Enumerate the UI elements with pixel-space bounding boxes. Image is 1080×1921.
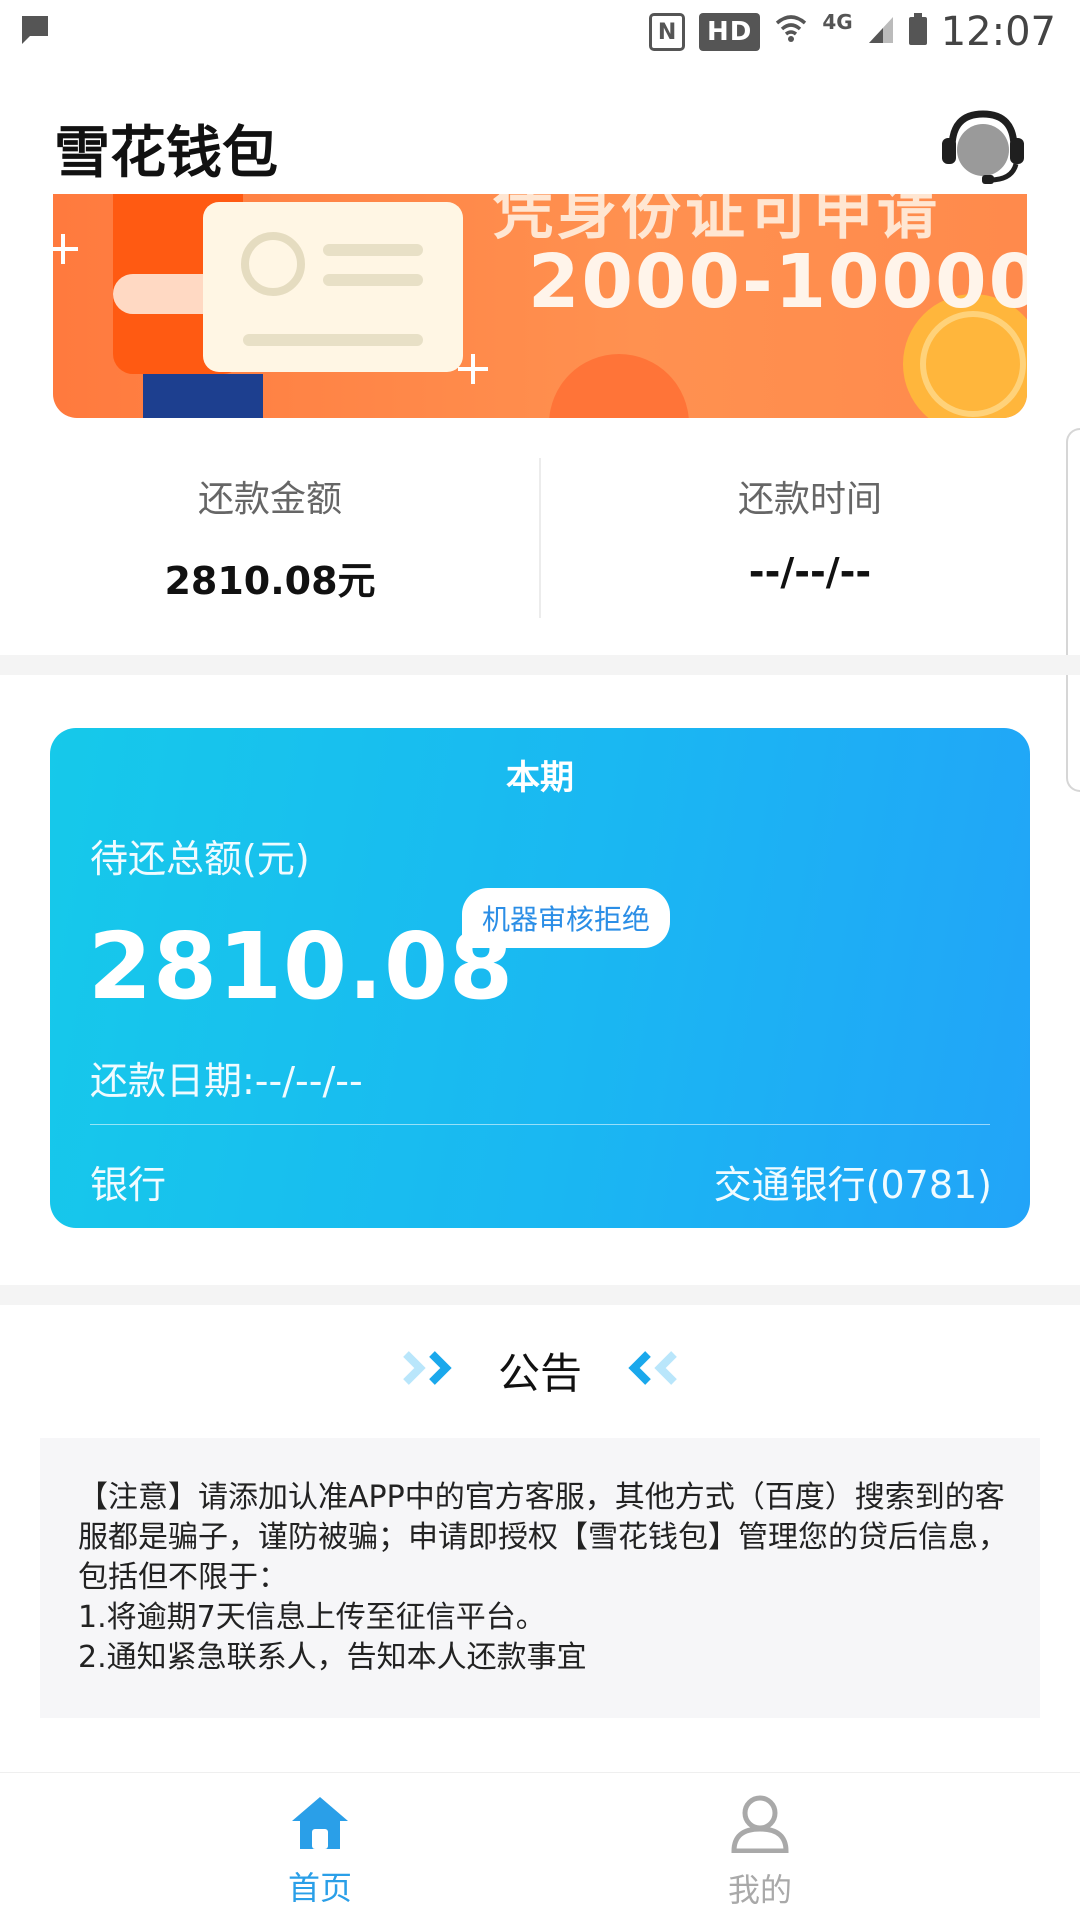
tab-mine-label: 我的	[727, 1871, 792, 1909]
repayment-time-block: 还款时间 --/--/--	[540, 470, 1080, 594]
tab-home[interactable]: 首页	[240, 1795, 400, 1909]
repayment-summary: 还款金额 2810.08元 还款时间 --/--/--	[0, 450, 1080, 650]
repayment-time-label: 还款时间	[737, 479, 882, 520]
nfc-icon: N	[649, 13, 686, 51]
user-icon	[731, 1795, 789, 1854]
due-date: 还款日期:--/--/--	[90, 1059, 363, 1103]
home-icon	[292, 1797, 348, 1849]
hd-badge: HD	[699, 13, 761, 51]
wifi-icon	[774, 9, 808, 55]
total-due-label: 待还总额(元)	[90, 837, 310, 881]
clock: 12:07	[940, 9, 1056, 55]
notice-title: 公告	[497, 1348, 582, 1398]
network-type: 4G	[822, 10, 853, 34]
notice-text: 【注意】请添加认准APP中的官方客服，其他方式（百度）搜索到的客服都是骗子，谨防…	[78, 1480, 1008, 1675]
headset-icon	[942, 110, 1024, 184]
banner-amount-range: 2000-10000	[528, 239, 1027, 325]
notice-box: 【注意】请添加认准APP中的官方客服，其他方式（百度）搜索到的客服都是骗子，谨防…	[40, 1438, 1040, 1718]
total-due-amount: 2810.08	[88, 913, 515, 1020]
tab-mine[interactable]: 我的	[680, 1795, 840, 1911]
card-divider	[90, 1124, 990, 1125]
repayment-amount-block: 还款金额 2810.08元	[0, 470, 540, 605]
chevrons-right-icon	[402, 1348, 462, 1392]
current-period-card[interactable]: 本期 待还总额(元) 2810.08 机器审核拒绝 还款日期:--/--/-- …	[50, 728, 1030, 1228]
status-badge: 机器审核拒绝	[462, 888, 671, 948]
section-divider	[0, 1285, 1080, 1305]
repayment-time-value: --/--/--	[748, 550, 872, 594]
bottom-tab-bar: 首页 我的	[0, 1772, 1080, 1921]
battery-icon	[908, 9, 927, 55]
page-title: 雪花钱包	[54, 121, 278, 186]
chevrons-left-icon	[618, 1348, 678, 1392]
side-drawer-handle[interactable]	[1066, 428, 1080, 792]
repayment-amount-value: 2810.08元	[164, 559, 376, 603]
bank-label: 银行	[90, 1163, 167, 1207]
message-notification-icon	[20, 14, 50, 52]
app-header: 雪花钱包	[0, 90, 1080, 200]
status-bar: N HD 4G 12:07	[0, 0, 1080, 64]
section-divider	[0, 655, 1080, 675]
promo-banner[interactable]: 凭身份证可申请 2000-10000	[53, 194, 1027, 418]
signal-icon	[867, 9, 895, 55]
tab-home-label: 首页	[287, 1869, 352, 1907]
bank-account: 交通银行(0781)	[713, 1163, 992, 1207]
notice-header: 公告	[0, 1330, 1080, 1410]
period-title: 本期	[506, 758, 574, 798]
repayment-amount-label: 还款金额	[197, 479, 342, 520]
customer-service-button[interactable]	[938, 108, 1028, 186]
